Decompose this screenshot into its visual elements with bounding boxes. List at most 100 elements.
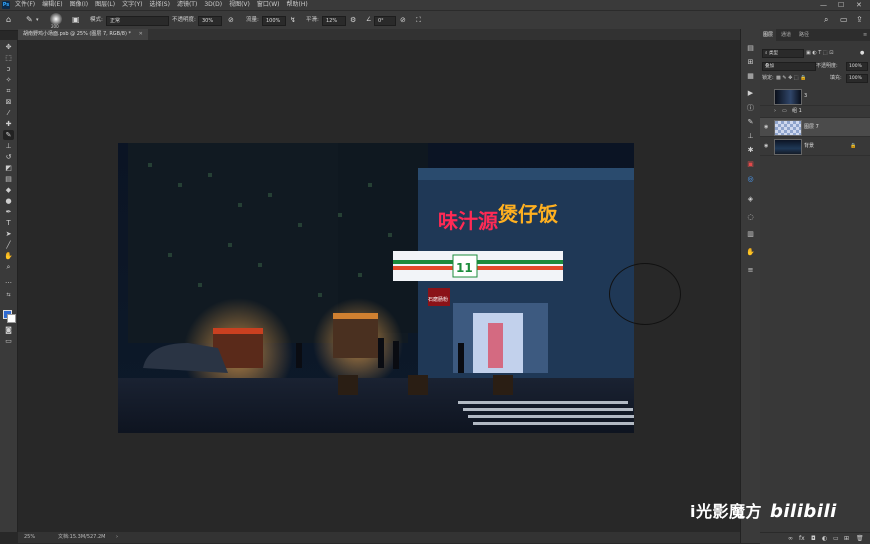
tab-layers[interactable]: 图层 xyxy=(760,29,777,41)
gradient-tool-icon[interactable]: ▤ xyxy=(3,174,14,184)
document-info[interactable]: 文档:15.3M/527.2M xyxy=(58,532,105,543)
more-tools-icon[interactable]: … xyxy=(3,276,14,286)
brush-tool-icon[interactable]: ✎ xyxy=(3,130,14,140)
menu-item[interactable]: 3D(D) xyxy=(204,0,222,10)
angle-field[interactable]: 0° xyxy=(374,16,396,26)
libraries-icon[interactable]: ▦ xyxy=(745,71,756,81)
swap-colors-icon[interactable]: ⇆ xyxy=(3,290,14,300)
visibility-eye-icon[interactable]: ◉ xyxy=(764,137,768,155)
document-tab[interactable]: 胡南野鸡小场面.psb @ 25% (图层 7, RGB/8) * ✕ xyxy=(18,29,148,40)
fx-icon[interactable]: fx xyxy=(799,533,805,544)
zoom-tool-icon[interactable]: ⌕ xyxy=(3,262,14,272)
menu-item[interactable]: 文件(F) xyxy=(15,0,35,10)
layer-row-active[interactable]: ◉ 图层 7 xyxy=(760,118,870,137)
3d-panel-icon[interactable]: ◈ xyxy=(745,194,756,204)
properties-panel-icon[interactable]: ⊞ xyxy=(745,57,756,67)
healing-brush-icon[interactable]: ✚ xyxy=(3,119,14,129)
brush-settings-icon[interactable]: ▣ xyxy=(72,15,80,25)
tab-paths[interactable]: 路径 xyxy=(796,29,812,41)
swatches-icon[interactable]: ▣ xyxy=(745,159,756,169)
eyedropper-icon[interactable]: ⁄ xyxy=(3,108,14,118)
background-layer-row[interactable]: ◉ 背景 🔒 xyxy=(760,137,870,156)
panel-menu-icon[interactable]: ≡ xyxy=(860,29,870,41)
clone-source-icon[interactable]: ⊥ xyxy=(745,131,756,141)
adjustment-layer-icon[interactable]: ◐ xyxy=(822,533,827,544)
quick-mask-icon[interactable]: ◙ xyxy=(3,325,14,335)
close-button[interactable]: ✕ xyxy=(856,0,862,10)
share-icon[interactable]: ⇪ xyxy=(856,15,863,25)
brush-tool-icon[interactable]: ✎ xyxy=(26,15,33,25)
paragraph-icon[interactable]: ≡ xyxy=(745,265,756,275)
menu-item[interactable]: 窗口(W) xyxy=(257,0,280,10)
mode-select[interactable]: 正常 xyxy=(106,16,169,26)
opacity-field[interactable]: 30% xyxy=(198,16,222,26)
minimize-button[interactable]: — xyxy=(820,0,827,10)
kind-filter-select[interactable]: ⌕ 类型 xyxy=(762,49,804,58)
group-row[interactable]: › ▭ 组 1 xyxy=(760,106,870,118)
history-panel-icon[interactable]: ▤ xyxy=(745,43,756,53)
menu-item[interactable]: 图像(I) xyxy=(70,0,88,10)
pressure-size-icon[interactable]: ⊘ xyxy=(400,15,406,25)
add-mask-icon[interactable]: ◘ xyxy=(811,533,816,544)
crop-tool-icon[interactable]: ⌗ xyxy=(3,86,14,96)
history-brush-icon[interactable]: ↺ xyxy=(3,152,14,162)
airbrush-icon[interactable]: ↯ xyxy=(290,15,296,25)
marquee-tool-icon[interactable]: ⬚ xyxy=(3,53,14,63)
search-icon[interactable]: ⌕ xyxy=(824,15,828,25)
menu-item[interactable]: 滤镜(T) xyxy=(177,0,197,10)
new-group-icon[interactable]: ▭ xyxy=(833,533,839,544)
menu-item[interactable]: 文字(Y) xyxy=(122,0,142,10)
group-expand-icon[interactable]: › xyxy=(774,106,776,117)
document-image[interactable]: 味汁源 煲仔饭 11 石磨肠粉 xyxy=(118,143,634,433)
maximize-button[interactable]: ☐ xyxy=(838,0,844,10)
frame-tool-icon[interactable]: ⊠ xyxy=(3,97,14,107)
magic-wand-icon[interactable]: ✧ xyxy=(3,75,14,85)
filter-toggle-icon[interactable]: ● xyxy=(860,48,864,58)
hand-tool-icon[interactable]: ✋ xyxy=(3,251,14,261)
navigator-icon[interactable]: ◌ xyxy=(745,212,756,222)
zoom-level[interactable]: 25% xyxy=(24,532,35,543)
filter-icons[interactable]: ▣ ◐ T ⬚ ⊡ xyxy=(806,48,833,58)
menu-item[interactable]: 图层(L) xyxy=(95,0,115,10)
clone-stamp-icon[interactable]: ⊥ xyxy=(3,141,14,151)
flow-field[interactable]: 100% xyxy=(262,16,286,26)
tab-channels[interactable]: 通道 xyxy=(778,29,794,41)
close-tab-icon[interactable]: ✕ xyxy=(139,31,143,37)
pressure-opacity-icon[interactable]: ⊘ xyxy=(228,15,234,25)
fill-field[interactable]: 100% xyxy=(846,74,868,83)
screen-mode-icon[interactable]: ▭ xyxy=(3,336,14,346)
gradients-icon[interactable]: ▥ xyxy=(745,229,756,239)
menu-item[interactable]: 编辑(E) xyxy=(42,0,62,10)
brush-preset-panel-icon[interactable]: ✎ xyxy=(745,117,756,127)
new-layer-icon[interactable]: ⊞ xyxy=(844,533,849,544)
color-panel-icon[interactable]: ◎ xyxy=(745,174,756,184)
info-icon[interactable]: ⓘ xyxy=(745,103,756,113)
delete-layer-icon[interactable]: 🗑 xyxy=(856,533,864,544)
menu-item[interactable]: 帮助(H) xyxy=(287,0,308,10)
link-layers-icon[interactable]: ∞ xyxy=(788,533,793,544)
type-tool-icon[interactable]: T xyxy=(3,218,14,228)
move-tool-icon[interactable]: ✥ xyxy=(3,42,14,52)
layer-row[interactable]: 3 xyxy=(760,87,870,106)
adjustments-icon[interactable]: ✱ xyxy=(745,145,756,155)
eraser-icon[interactable]: ◩ xyxy=(3,163,14,173)
smoothing-field[interactable]: 12% xyxy=(322,16,346,26)
hand-panel-icon[interactable]: ✋ xyxy=(745,247,756,257)
actions-play-icon[interactable]: ▶ xyxy=(745,88,756,98)
gear-icon[interactable]: ⚙ xyxy=(350,15,356,25)
status-arrow-icon[interactable]: › xyxy=(116,532,118,543)
menu-item[interactable]: 选择(S) xyxy=(149,0,170,10)
pen-tool-icon[interactable]: ✒ xyxy=(3,207,14,217)
path-select-icon[interactable]: ➤ xyxy=(3,229,14,239)
line-tool-icon[interactable]: ╱ xyxy=(3,240,14,250)
menu-item[interactable]: 视图(V) xyxy=(229,0,250,10)
symmetry-icon[interactable]: ⛶ xyxy=(416,15,421,25)
lasso-tool-icon[interactable]: ↄ xyxy=(3,64,14,74)
lock-icons[interactable]: ▩ ✎ ✥ ⬚ 🔒 xyxy=(776,73,806,83)
workspace-icon[interactable]: ▭ xyxy=(840,15,848,25)
blur-tool-icon[interactable]: ◆ xyxy=(3,185,14,195)
blend-mode-select[interactable]: 叠加 xyxy=(762,62,816,71)
dodge-tool-icon[interactable]: ● xyxy=(3,196,14,206)
layer-opacity-field[interactable]: 100% xyxy=(846,62,868,71)
home-icon[interactable]: ⌂ xyxy=(6,15,11,25)
